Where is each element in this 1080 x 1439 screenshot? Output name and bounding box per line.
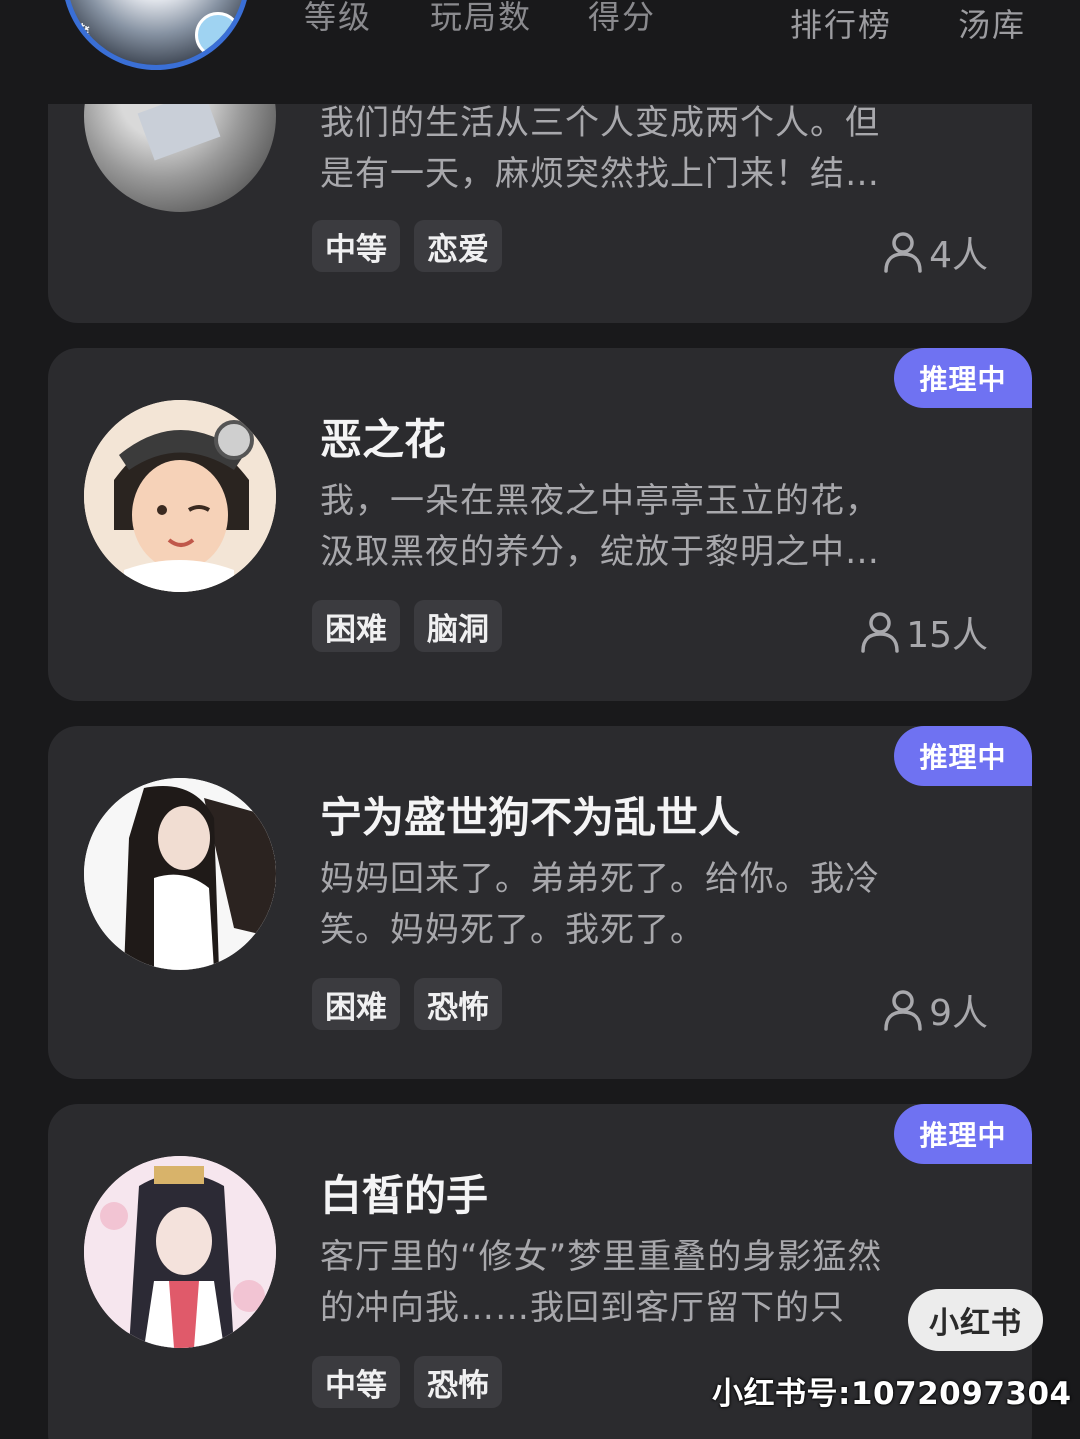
status-badge: 推理中 (894, 348, 1032, 408)
genre-tag: 恋爱 (414, 220, 502, 272)
genre-tag: 恐怖 (414, 978, 502, 1030)
person-icon (861, 612, 899, 653)
snowflake-icon: ❄ (73, 20, 92, 45)
difficulty-tag: 中等 (312, 220, 400, 272)
story-avatar (84, 400, 276, 592)
story-avatar (84, 778, 276, 970)
story-description: 我们的生活从三个人变成两个人。但 是有一天，麻烦突然找上门来！结… (320, 103, 880, 194)
difficulty-tag: 困难 (312, 978, 400, 1030)
story-description: 妈妈回来了。弟弟死了。给你。我冷 笑。妈妈死了。我死了。 (320, 859, 880, 950)
leaderboard-button[interactable]: 排行榜 (790, 0, 892, 46)
story-description: 我，一朵在黑夜之中亭亭玉立的花， 汲取黑夜的养分，绽放于黎明之中… (320, 481, 880, 572)
watermark-id: 小红书号:1072097304 (712, 1376, 1072, 1412)
player-count: 15人 (860, 606, 988, 658)
story-title: 宁为盛世狗不为乱世人 (320, 793, 741, 842)
stat-label-score: 得分 (588, 0, 657, 36)
story-card[interactable]: 推理中 恶之花 我，一朵在黑夜之中亭亭玉立的花， 汲取黑夜的养分，绽放于黎明之中… (48, 348, 1032, 701)
genre-tag: 脑洞 (414, 600, 502, 652)
user-avatar[interactable]: ❄ (62, 0, 250, 70)
top-bar: ❄ 等级 玩局数 得分 排行榜 汤库 (0, 0, 1080, 104)
soup-library-button[interactable]: 汤库 (958, 0, 1026, 46)
status-badge: 推理中 (894, 1104, 1032, 1164)
stat-label-games: 玩局数 (430, 0, 533, 36)
status-badge: 推理中 (894, 726, 1032, 786)
stat-label-level: 等级 (304, 0, 373, 36)
story-avatar (84, 1156, 276, 1348)
difficulty-tag: 困难 (312, 600, 400, 652)
difficulty-tag: 中等 (312, 1356, 400, 1408)
penguin-decoration-icon (195, 12, 241, 58)
watermark-logo: 小红书 (908, 1289, 1043, 1351)
person-icon (884, 990, 922, 1031)
player-count: 9人 (883, 984, 988, 1036)
story-card[interactable]: 推理中 宁为盛世狗不为乱世人 妈妈回来了。弟弟死了。给你。我冷 笑。妈妈死了。我… (48, 726, 1032, 1079)
story-title: 恶之花 (320, 415, 447, 464)
story-description: 客厅里的“修女”梦里重叠的身影猛然 的冲向我……我回到客厅留下的只 (320, 1237, 883, 1328)
player-count: 4人 (883, 226, 988, 278)
person-icon (884, 232, 922, 273)
genre-tag: 恐怖 (414, 1356, 502, 1408)
story-title: 白皙的手 (320, 1171, 489, 1220)
